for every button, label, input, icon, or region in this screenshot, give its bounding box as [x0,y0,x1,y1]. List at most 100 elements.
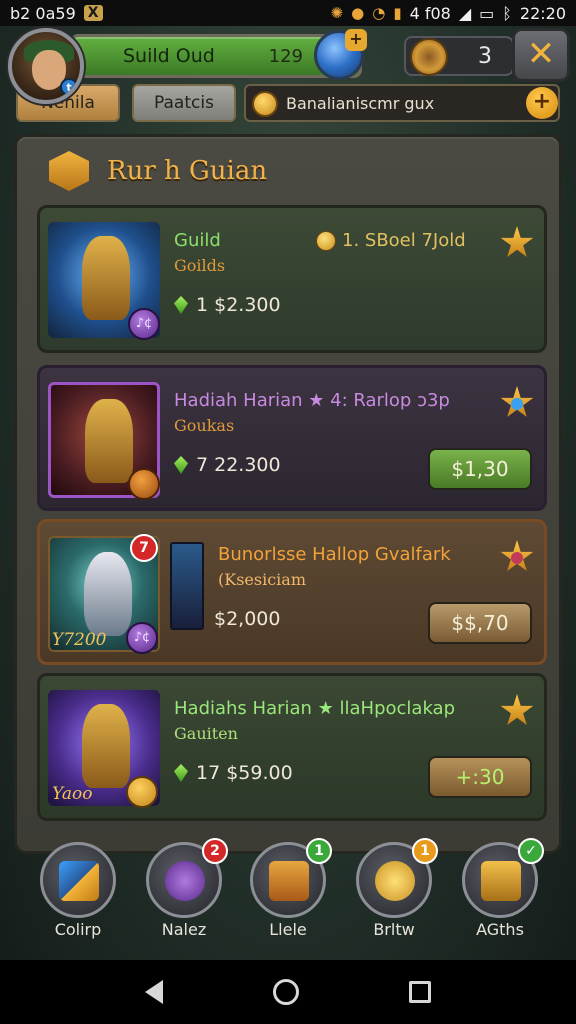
offer-card[interactable]: ♪¢ Guild Goilds 1. SBoel 7Jold 1 $2.300 [37,205,547,353]
nav-item-llele[interactable]: 1 Llele [238,838,338,948]
status-settings-icon: ✺ [330,4,344,22]
player-avatar[interactable]: t [8,28,84,104]
nav-label: Colirp [54,920,102,939]
system-nav-bar [0,960,576,1024]
top-bar: t Suild Oud 129 + 3 ✕ [0,26,576,104]
status-time: 22:20 [519,3,566,23]
nav-label: Nalez [161,920,207,939]
mage-hero-icon [82,704,130,788]
recent-apps-icon[interactable] [409,981,431,1003]
gear-currency-icon [410,38,448,76]
status-clock-icon: ◔ [372,4,386,22]
close-button[interactable]: ✕ [512,28,570,82]
coins-icon [375,861,415,901]
offer-reward: 1. SBoel 7Jold [316,230,466,251]
offer-subtitle: Goukas [174,416,235,435]
crystal-icon [59,861,99,901]
offer-subtitle: Gauiten [174,724,238,743]
currency-count: 3 [478,43,492,69]
tab-row: Nenila Paatcis Banalianiscmr gux + [0,84,576,124]
offer-card[interactable]: Hadiah Harian ★ 4: Rarlop ɔ3p Goukas 7 2… [37,365,547,511]
armored-hero-icon [82,236,130,320]
offer-price-text: $2,000 [214,608,281,630]
gold-coin-icon [316,230,336,251]
offer-price: $2,000 [214,608,280,630]
bluetooth-icon: ᛒ [502,3,512,23]
hero-class-badge: ♪¢ [126,622,158,654]
offer-price-text: 1 $2.300 [196,294,281,316]
offer-price-text: 17 $59.00 [196,762,293,784]
currency-counter[interactable]: 3 [404,36,514,76]
guild-emblem-icon [49,151,89,191]
offer-price: 17 $59.00 [174,762,293,784]
offer-reward-text: 1. SBoel 7Jold [342,230,466,251]
offer-title: Guild [174,230,221,251]
guild-add-icon[interactable]: + [345,29,367,51]
nav-item-brltw[interactable]: 1 Brltw [344,838,444,948]
panel-header: Rur h Guian [49,145,267,197]
nav-item-colirp[interactable]: Colirp [28,838,128,948]
offer-price-text: 7 22.300 [196,454,281,476]
buy-button[interactable]: +:30 [428,756,532,798]
gem-icon [174,456,188,474]
status-right-text: 4 f08 [409,3,451,23]
buy-button[interactable]: $$,70 [428,602,532,644]
status-bar: b2 0a59 X ✺ ● ◔ ▮ 4 f08 ◢ ▭ ᛒ 22:20 [0,0,576,26]
back-icon[interactable] [145,980,163,1004]
guild-orb-icon[interactable]: + [314,29,367,80]
nav-item-agths[interactable]: ✓ AGths [450,838,550,948]
gem-icon [174,296,188,314]
guild-level: 129 [268,45,303,67]
battery-icon: ▭ [479,3,495,23]
offer-title: Hadiahs Harian ★ llaHpoclakap [174,698,456,719]
search-field[interactable]: Banalianiscmr gux + [244,84,560,122]
weapon-icon [170,542,204,630]
status-battery-saver-icon: ▮ [393,4,402,22]
favorite-star-icon[interactable] [500,226,534,257]
buy-button[interactable]: $1,30 [428,448,532,490]
offer-subtitle: (Ksesiciam [218,570,306,589]
white-haired-hero-icon [84,552,132,636]
nav-label: Llele [269,920,307,939]
offer-price: 1 $2.300 [174,294,281,316]
nav-item-nalez[interactable]: 2 Nalez [134,838,234,948]
nav-badge: 2 [202,838,228,864]
avatar-level-badge: t [60,78,78,96]
notification-badge: 7 [130,534,158,562]
favorite-star-icon[interactable] [500,694,534,725]
offer-subtitle: Goilds [174,256,226,275]
gauntlet-icon [165,861,205,901]
coin-icon [252,91,278,117]
add-button[interactable]: + [526,87,558,119]
status-coin-icon: ● [351,4,365,22]
nav-label: AGths [476,920,524,939]
nav-badge: 1 [412,838,438,864]
hero-class-badge [128,468,160,500]
golden-knight-icon [85,399,133,483]
tab-paatcis[interactable]: Paatcis [132,84,236,122]
status-x-icon: X [83,5,103,21]
offer-card[interactable]: 7 Y7200 ♪¢ Bunorlsse Hallop Gvalfark (Ks… [37,519,547,665]
guild-panel: Rur h Guian ♪¢ Guild Goilds 1. SBoel 7Jo… [14,134,562,854]
favorite-star-icon[interactable] [500,386,534,417]
cost-tag: Y7200 [52,630,107,650]
favorite-star-icon[interactable] [500,540,534,571]
cost-tag: Yaoo [52,784,93,804]
offer-title: Hadiah Harian ★ 4: Rarlop ɔ3p [174,390,450,411]
treasure-icon [481,861,521,901]
status-left-text: b2 0a59 [10,3,76,23]
offer-card[interactable]: Yaoo Hadiahs Harian ★ llaHpoclakap Gauit… [37,673,547,821]
nav-badge: ✓ [518,838,544,864]
nav-button[interactable] [40,842,116,918]
bottom-nav: Colirp 2 Nalez 1 Llele 1 Brltw ✓ AGths [0,838,576,954]
offer-title: Bunorlsse Hallop Gvalfark [218,544,451,565]
panel-title: Rur h Guian [107,156,268,186]
hero-class-badge: ♪¢ [128,308,160,340]
signal-icon: ◢ [458,3,472,23]
search-value: Banalianiscmr gux [286,93,435,113]
nav-badge: 1 [306,838,332,864]
guild-name: Suild Oud [123,45,215,67]
home-icon[interactable] [273,979,299,1005]
gem-icon [174,764,188,782]
coin-badge-icon [126,776,158,808]
